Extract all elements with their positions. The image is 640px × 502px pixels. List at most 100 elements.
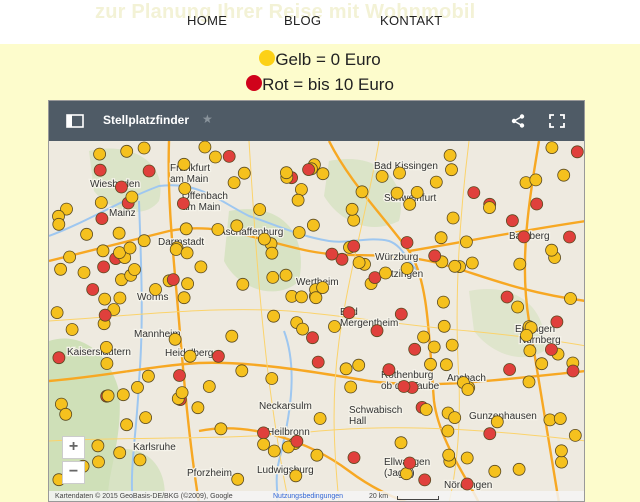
fullscreen-icon[interactable] [549, 114, 565, 128]
yellow-marker[interactable] [93, 147, 106, 161]
red-marker[interactable] [403, 456, 417, 470]
yellow-marker[interactable] [257, 232, 271, 246]
yellow-marker[interactable] [149, 283, 162, 296]
nav-home-link[interactable]: HOME [187, 13, 227, 28]
red-marker[interactable] [325, 247, 339, 261]
yellow-marker[interactable] [125, 190, 139, 204]
yellow-marker[interactable] [191, 401, 205, 415]
red-marker[interactable] [505, 214, 519, 228]
yellow-marker[interactable] [101, 389, 115, 403]
yellow-marker[interactable] [137, 234, 151, 248]
red-marker[interactable] [394, 307, 408, 321]
map-canvas[interactable]: Frankfurt am Main Offenbach am Main Wiesbade… [49, 141, 584, 501]
yellow-marker[interactable] [100, 357, 114, 370]
red-marker[interactable] [176, 197, 190, 210]
yellow-marker[interactable] [214, 422, 228, 436]
yellow-marker[interactable] [306, 218, 320, 232]
yellow-marker[interactable] [92, 455, 105, 469]
zoom-in-button[interactable]: + [62, 436, 85, 459]
yellow-marker[interactable] [133, 453, 147, 467]
yellow-marker[interactable] [139, 411, 152, 425]
yellow-marker[interactable] [439, 358, 453, 372]
yellow-marker[interactable] [94, 196, 108, 209]
red-marker[interactable] [347, 451, 361, 465]
red-marker[interactable] [467, 186, 481, 199]
red-marker[interactable] [517, 230, 531, 244]
red-marker[interactable] [563, 230, 576, 244]
yellow-marker[interactable] [52, 217, 66, 231]
yellow-marker[interactable] [181, 277, 195, 291]
yellow-marker[interactable] [309, 291, 323, 305]
red-marker[interactable] [566, 364, 580, 378]
red-marker[interactable] [530, 197, 544, 211]
yellow-marker[interactable] [65, 323, 79, 336]
red-marker[interactable] [52, 351, 66, 365]
yellow-marker[interactable] [344, 380, 358, 394]
yellow-marker[interactable] [179, 222, 193, 236]
yellow-marker[interactable] [339, 362, 353, 376]
yellow-marker[interactable] [54, 262, 68, 276]
yellow-marker[interactable] [80, 227, 93, 241]
yellow-marker[interactable] [265, 246, 279, 260]
yellow-marker[interactable] [235, 364, 249, 378]
yellow-marker[interactable] [442, 448, 456, 462]
yellow-marker[interactable] [448, 411, 462, 425]
yellow-marker[interactable] [316, 281, 330, 295]
yellow-marker[interactable] [390, 186, 404, 200]
yellow-marker[interactable] [400, 262, 414, 275]
red-marker[interactable] [302, 163, 316, 177]
yellow-marker[interactable] [291, 193, 305, 207]
yellow-marker[interactable] [352, 358, 366, 372]
red-marker[interactable] [166, 273, 180, 287]
yellow-marker[interactable] [483, 201, 496, 214]
red-marker[interactable] [400, 236, 414, 249]
yellow-marker[interactable] [328, 320, 341, 333]
yellow-marker[interactable] [96, 244, 110, 258]
yellow-marker[interactable] [142, 369, 155, 383]
nav-blog-link[interactable]: BLOG [284, 13, 321, 28]
yellow-marker[interactable] [120, 144, 134, 158]
yellow-marker[interactable] [310, 448, 324, 462]
yellow-marker[interactable] [63, 250, 77, 264]
yellow-marker[interactable] [427, 340, 441, 354]
yellow-marker[interactable] [437, 319, 451, 333]
yellow-marker[interactable] [445, 338, 459, 352]
yellow-marker[interactable] [512, 462, 526, 476]
yellow-marker[interactable] [564, 292, 577, 305]
yellow-marker[interactable] [292, 226, 306, 239]
yellow-marker[interactable] [279, 268, 293, 282]
terms-link[interactable]: Nutzungsbedingungen [273, 493, 343, 500]
yellow-marker[interactable] [211, 223, 225, 236]
yellow-marker[interactable] [460, 451, 474, 465]
yellow-marker[interactable] [379, 266, 392, 280]
yellow-marker[interactable] [267, 444, 281, 458]
red-marker[interactable] [211, 349, 225, 363]
red-marker[interactable] [382, 363, 396, 377]
yellow-marker[interactable] [352, 256, 366, 269]
yellow-marker[interactable] [429, 175, 443, 189]
yellow-marker[interactable] [459, 235, 473, 249]
yellow-marker[interactable] [169, 243, 183, 256]
red-marker[interactable] [222, 149, 236, 163]
yellow-marker[interactable] [568, 428, 582, 442]
red-marker[interactable] [142, 164, 156, 178]
yellow-marker[interactable] [227, 176, 241, 189]
yellow-marker[interactable] [257, 437, 271, 451]
red-marker[interactable] [257, 426, 270, 440]
red-marker[interactable] [347, 239, 361, 253]
red-marker[interactable] [98, 308, 112, 322]
yellow-marker[interactable] [417, 330, 431, 344]
yellow-marker[interactable] [488, 464, 502, 478]
yellow-marker[interactable] [112, 226, 126, 240]
yellow-marker[interactable] [100, 340, 113, 354]
yellow-marker[interactable] [545, 141, 559, 154]
yellow-marker[interactable] [137, 141, 151, 155]
yellow-marker[interactable] [448, 259, 462, 273]
yellow-marker[interactable] [446, 211, 460, 225]
yellow-marker[interactable] [399, 467, 413, 481]
red-marker[interactable] [290, 434, 304, 448]
yellow-marker[interactable] [116, 388, 130, 402]
yellow-marker[interactable] [529, 173, 543, 187]
yellow-marker[interactable] [296, 322, 310, 336]
red-marker[interactable] [418, 473, 432, 487]
